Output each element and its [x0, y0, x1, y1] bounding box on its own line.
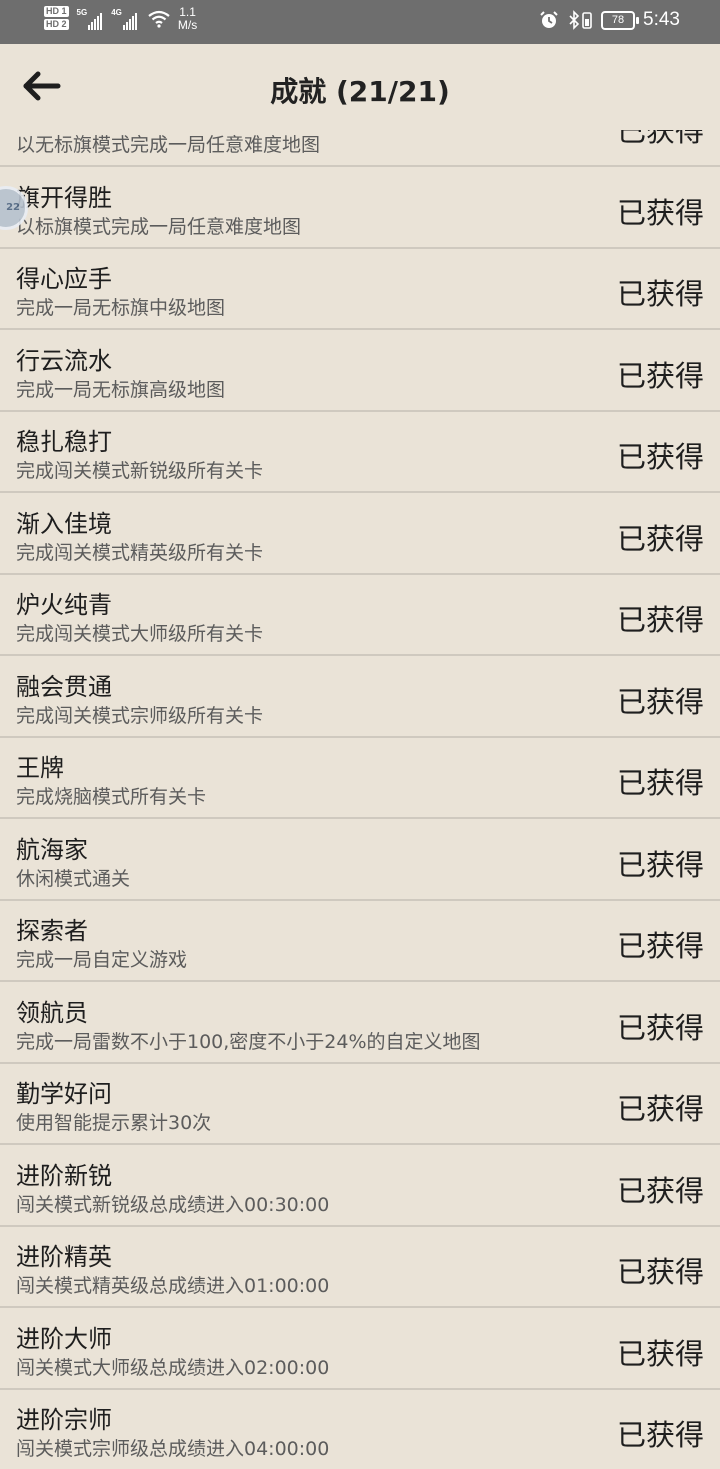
achievement-description: 闯关模式精英级总成绩进入01:00:00: [16, 1275, 330, 1297]
achievement-name: 渐入佳境: [16, 509, 112, 538]
alarm-icon: [540, 11, 558, 28]
achievement-status: 已获得: [616, 1418, 704, 1452]
achievement-row[interactable]: 王牌完成烧脑模式所有关卡 已获得: [0, 738, 720, 819]
achievement-row[interactable]: 探索者完成一局自定义游戏 已获得: [0, 901, 720, 982]
app-header: 成就 (21/21): [0, 44, 720, 130]
achievement-description: 完成烧脑模式所有关卡: [16, 786, 207, 808]
hd-badge-2: HD 2: [44, 19, 69, 30]
sim-indicators: HD 1 HD 2: [44, 6, 69, 30]
achievement-status: 已获得: [616, 277, 704, 311]
network-4g-label: 4G: [111, 8, 122, 17]
achievement-row[interactable]: 进阶大师闯关模式大师级总成绩进入02:00:00 已获得: [0, 1309, 720, 1390]
achievement-name: 航海家: [16, 835, 88, 864]
signal-icon-5g: 5G: [77, 6, 104, 30]
achievement-status: 已获得: [616, 1092, 704, 1126]
status-bar: HD 1 HD 2 5G 4G 1.1 M/s 78 5:43: [0, 0, 720, 44]
achievement-status: 已获得: [616, 358, 704, 393]
achievement-description: 以标旗模式完成一局任意难度地图: [16, 215, 302, 238]
achievement-description: 完成闯关模式新锐级所有关卡: [16, 460, 264, 482]
achievement-status: 已获得: [616, 521, 704, 556]
achievement-name: 领航员: [16, 998, 88, 1027]
achievement-row[interactable]: 得心应手完成一局无标旗中级地图 已获得: [0, 249, 720, 330]
achievement-description: 完成一局无标旗中级地图: [16, 297, 226, 319]
achievement-name: 旗开得胜: [16, 183, 112, 212]
achievement-description: 以无标旗模式完成一局任意难度地图: [16, 134, 321, 156]
achievement-row[interactable]: 以无标旗模式完成一局任意难度地图 已获得: [0, 130, 720, 167]
achievement-status: 已获得: [616, 130, 704, 148]
achievement-status: 已获得: [616, 440, 704, 474]
achievement-description: 完成一局自定义游戏: [16, 949, 188, 971]
achievement-name: 勤学好问: [16, 1080, 112, 1108]
achievement-description: 完成闯关模式宗师级所有关卡: [16, 704, 264, 727]
wifi-icon: [148, 10, 170, 28]
achievement-name: 进阶新锐: [16, 1161, 112, 1190]
achievement-name: 炉火纯青: [16, 591, 112, 619]
battery-icon: 78: [601, 10, 640, 30]
achievement-list[interactable]: 以无标旗模式完成一局任意难度地图 已获得 旗开得胜 以标旗模式完成一局任意难度地图 已获…: [0, 130, 720, 1469]
achievement-status: 已获得: [616, 195, 704, 230]
achievement-row[interactable]: 炉火纯青完成闯关模式大师级所有关卡 已获得: [0, 575, 720, 656]
achievement-description: 闯关模式宗师级总成绩进入04:00:00: [16, 1438, 330, 1460]
achievement-name: 融会贯通: [16, 672, 112, 701]
achievement-row[interactable]: 进阶新锐闯关模式新锐级总成绩进入00:30:00 已获得: [0, 1146, 720, 1227]
achievement-description: 完成闯关模式精英级所有关卡: [16, 541, 264, 564]
achievement-row[interactable]: 航海家休闲模式通关 已获得: [0, 820, 720, 901]
status-bar-right: 78 5:43: [539, 9, 680, 31]
achievement-row[interactable]: 渐入佳境完成闯关模式精英级所有关卡 已获得: [0, 494, 720, 575]
achievement-status: 已获得: [616, 684, 704, 719]
achievement-name: 稳扎稳打: [16, 428, 112, 456]
achievement-description: 完成一局雷数不小于100,密度不小于24%的自定义地图: [16, 1030, 481, 1053]
achievement-name: 探索者: [16, 917, 88, 945]
achievement-description: 使用智能提示累计30次: [16, 1112, 212, 1134]
achievement-row[interactable]: 行云流水完成一局无标旗高级地图 已获得: [0, 331, 720, 412]
achievement-row[interactable]: 勤学好问使用智能提示累计30次 已获得: [0, 1064, 720, 1145]
achievement-description: 完成一局无标旗高级地图: [16, 378, 226, 401]
achievement-description: 闯关模式新锐级总成绩进入00:30:00: [16, 1193, 330, 1216]
achievement-name: 得心应手: [16, 265, 112, 293]
achievement-status: 已获得: [616, 603, 704, 637]
achievement-status: 已获得: [616, 1173, 704, 1208]
achievement-status: 已获得: [616, 929, 704, 963]
signal-icon-4g: 4G: [111, 6, 138, 30]
achievement-description: 休闲模式通关: [16, 867, 131, 890]
achievement-status: 已获得: [616, 766, 704, 800]
clock: 5:43: [643, 9, 680, 30]
status-bar-left: HD 1 HD 2 5G 4G 1.1 M/s: [44, 6, 197, 32]
bluetooth-battery-icon: [569, 10, 592, 30]
achievement-name: 行云流水: [16, 346, 112, 375]
achievement-name: 王牌: [16, 754, 64, 782]
achievement-status: 已获得: [616, 847, 704, 882]
achievement-row[interactable]: 旗开得胜以标旗模式完成一局任意难度地图 已获得: [0, 168, 720, 249]
achievement-row[interactable]: 进阶宗师闯关模式宗师级总成绩进入04:00:00 已获得: [0, 1390, 720, 1469]
achievement-status: 已获得: [616, 1255, 704, 1289]
achievement-name: 进阶大师: [16, 1324, 112, 1353]
achievement-status: 已获得: [616, 1010, 704, 1045]
achievement-row[interactable]: 进阶精英闯关模式精英级总成绩进入01:00:00 已获得: [0, 1227, 720, 1308]
network-5g-label: 5G: [76, 8, 88, 17]
achievement-name: 进阶精英: [16, 1243, 112, 1271]
achievement-description: 完成闯关模式大师级所有关卡: [16, 623, 264, 645]
hd-badge-1: HD 1: [44, 6, 69, 17]
achievement-name: 进阶宗师: [16, 1406, 112, 1434]
achievement-status: 已获得: [616, 1336, 704, 1371]
achievement-row[interactable]: 稳扎稳打完成闯关模式新锐级所有关卡 已获得: [0, 412, 720, 493]
page-title: 成就 (21/21): [270, 75, 450, 108]
network-speed: 1.1 M/s: [178, 6, 197, 32]
achievement-row[interactable]: 领航员完成一局雷数不小于100,密度不小于24%的自定义地图 已获得: [0, 983, 720, 1064]
achievement-description: 闯关模式大师级总成绩进入02:00:00: [16, 1356, 330, 1379]
network-speed-unit: M/s: [177, 18, 198, 32]
achievement-row[interactable]: 融会贯通完成闯关模式宗师级所有关卡 已获得: [0, 657, 720, 738]
